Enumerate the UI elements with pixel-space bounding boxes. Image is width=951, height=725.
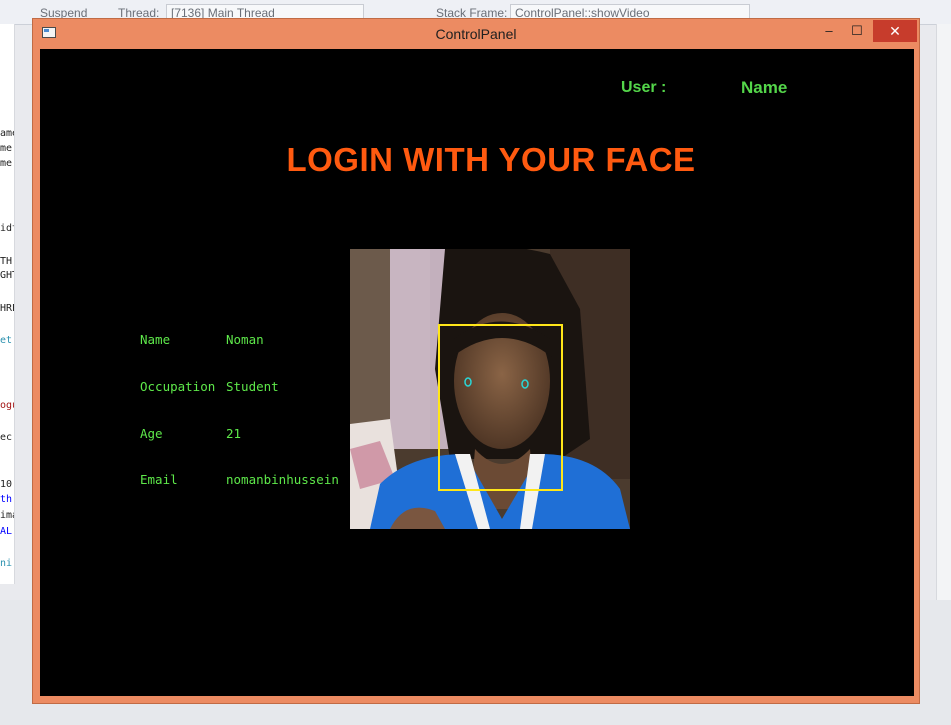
code-fragment: ni (0, 558, 13, 569)
maximize-button[interactable]: ☐ (845, 20, 869, 42)
code-fragment: th (0, 494, 13, 505)
occupation-label: Occupation (140, 379, 216, 394)
camera-feed (350, 249, 630, 529)
ide-code-editor[interactable]: ame me me idt TH GHT HRE et ogu ec 10 th… (0, 24, 15, 584)
code-fragment: ogu (0, 400, 14, 411)
title-bar[interactable]: ControlPanel – ☐ ✕ (33, 19, 919, 49)
email-value: nomanbinhussein (226, 472, 339, 487)
page-title: LOGIN WITH YOUR FACE (286, 141, 696, 178)
code-fragment: ima (0, 510, 14, 521)
occupation-value: Student (226, 379, 279, 394)
code-fragment: HRE (0, 303, 14, 314)
camera-frame (350, 249, 630, 529)
close-button[interactable]: ✕ (873, 20, 917, 42)
name-value: Noman (226, 332, 264, 347)
age-label: Age (140, 426, 163, 441)
code-fragment: me (0, 143, 13, 154)
window-title: ControlPanel (435, 26, 517, 42)
code-fragment: et (0, 335, 13, 346)
name-label: Name (140, 332, 171, 347)
code-fragment: ame (0, 128, 14, 139)
minimize-button[interactable]: – (817, 20, 841, 42)
control-panel-window: ControlPanel – ☐ ✕ User : Name LOGIN WIT… (32, 18, 920, 704)
user-label: User : (621, 79, 667, 96)
code-fragment: 10 (0, 479, 13, 490)
ide-right-panel (936, 24, 951, 614)
age-value: 21 (226, 426, 242, 441)
client-area: User : Name LOGIN WITH YOUR FACE Name No… (40, 49, 914, 696)
code-fragment: ec (0, 432, 13, 443)
code-fragment: idt (0, 223, 14, 234)
code-fragment: AL (0, 526, 13, 537)
code-fragment: me (0, 158, 13, 169)
email-label: Email (140, 472, 178, 487)
user-name: Name (741, 78, 788, 97)
code-fragment: GHT (0, 270, 14, 281)
code-fragment: TH (0, 256, 13, 267)
